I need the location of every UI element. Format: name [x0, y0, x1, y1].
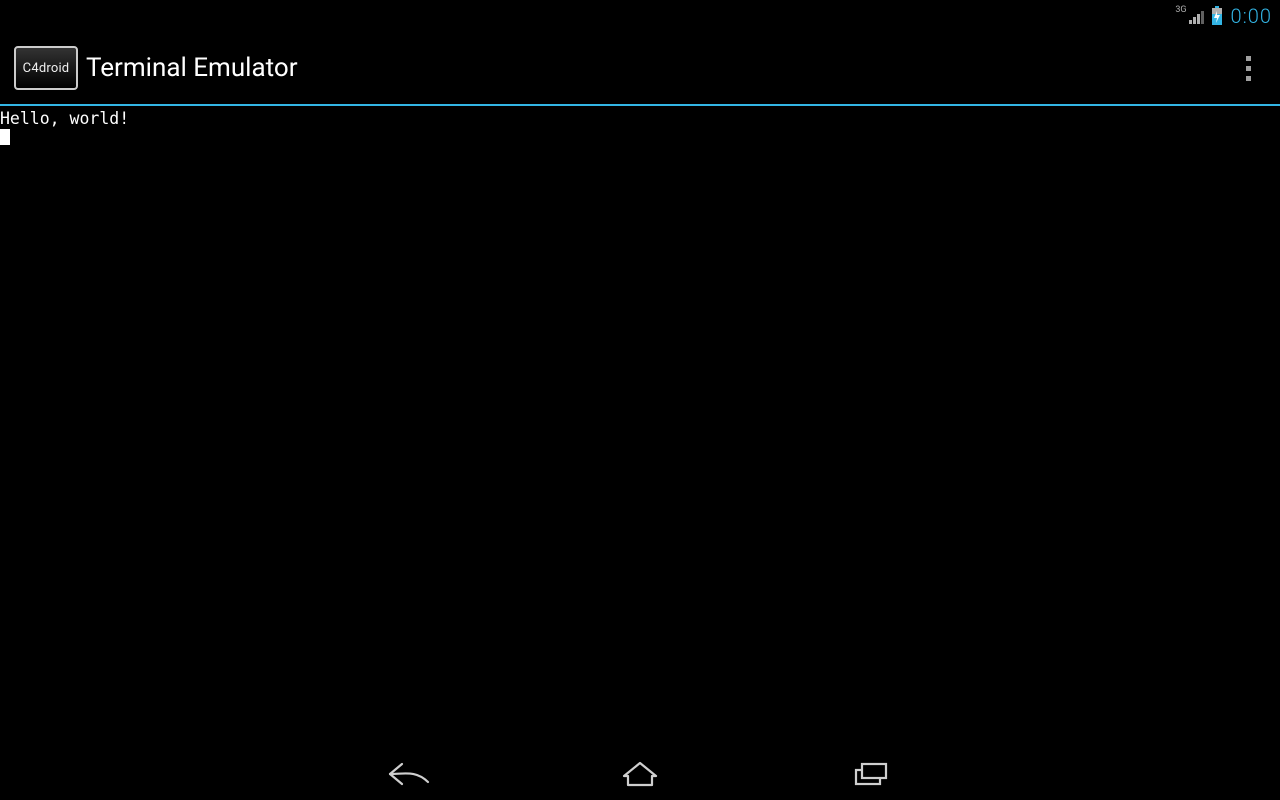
status-bar: 3G 0:00 [0, 0, 1280, 32]
app-icon-label: C4droid [23, 61, 70, 76]
recent-apps-icon [848, 760, 892, 788]
action-bar-title: Terminal Emulator [86, 53, 298, 83]
signal-icon [1189, 7, 1207, 25]
status-clock: 0:00 [1231, 4, 1272, 28]
home-button[interactable] [610, 754, 670, 794]
navigation-bar [0, 748, 1280, 800]
overflow-menu-button[interactable] [1228, 44, 1268, 92]
terminal-output-line: Hello, world! [0, 110, 1280, 128]
network-type-label: 3G [1175, 5, 1186, 15]
home-icon [618, 760, 662, 788]
terminal-area[interactable]: Hello, world! [0, 106, 1280, 748]
app-icon[interactable]: C4droid [14, 46, 78, 90]
terminal-cursor-line [0, 128, 1280, 147]
vertical-dots-icon [1246, 56, 1251, 61]
back-icon [388, 760, 432, 788]
battery-charging-icon [1211, 6, 1223, 26]
action-bar: C4droid Terminal Emulator [0, 32, 1280, 104]
cursor-block [0, 129, 10, 145]
recent-apps-button[interactable] [840, 754, 900, 794]
back-button[interactable] [380, 754, 440, 794]
